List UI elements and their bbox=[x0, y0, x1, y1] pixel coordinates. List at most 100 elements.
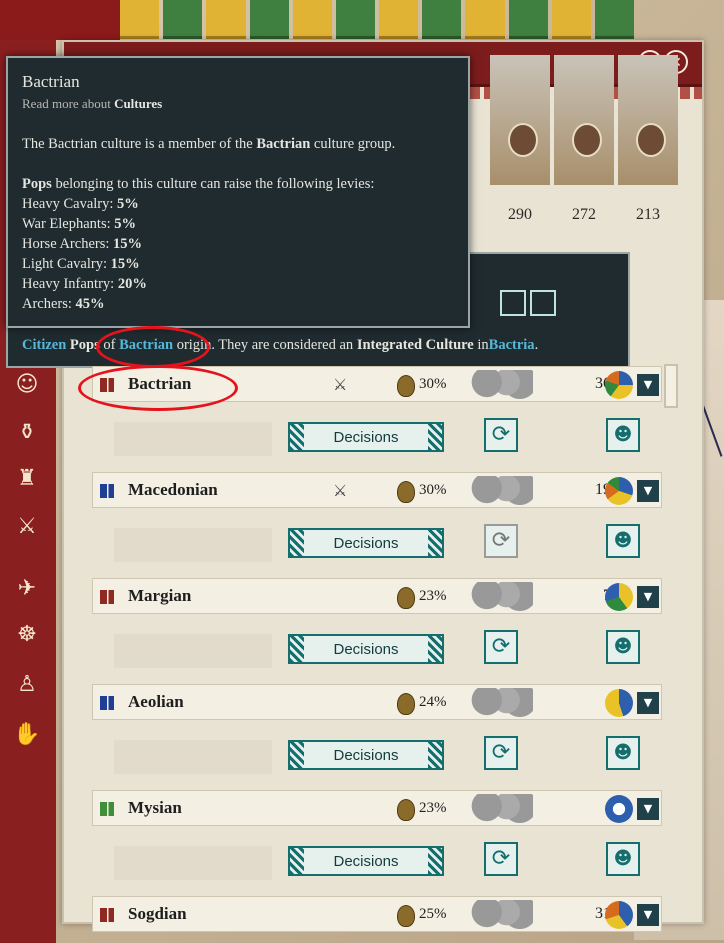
levy-line: Heavy Infantry: 20% bbox=[22, 276, 147, 292]
convert-culture-icon[interactable]: ⟳ bbox=[484, 524, 518, 558]
culture-name: Aeolian bbox=[128, 692, 184, 711]
citizen-link[interactable]: Citizen bbox=[22, 337, 66, 353]
culture-row[interactable]: Aeolian24%3▼ bbox=[92, 684, 662, 720]
chevron-down-icon[interactable]: ▼ bbox=[637, 692, 659, 714]
pops-figures-icon[interactable] bbox=[467, 688, 533, 718]
decisions-button[interactable]: Decisions bbox=[288, 634, 444, 664]
pop-portrait[interactable] bbox=[618, 55, 678, 185]
theater-masks-icon[interactable]: ☺ bbox=[12, 370, 42, 400]
culture-name: Margian bbox=[128, 586, 192, 605]
culture-row[interactable]: Sogdian25%312▼ bbox=[92, 896, 662, 932]
pop-type-pie-chart[interactable] bbox=[605, 477, 633, 505]
pops-figures-icon[interactable] bbox=[467, 582, 533, 612]
chevron-down-icon[interactable]: ▼ bbox=[637, 374, 659, 396]
happiness-mask-icon bbox=[397, 481, 415, 503]
period-text: . bbox=[534, 337, 539, 353]
culture-row[interactable]: Macedonian⚔30%190▼ bbox=[92, 472, 662, 508]
theater-masks-icon[interactable]: ☻ bbox=[606, 418, 640, 452]
chevron-down-icon[interactable]: ▼ bbox=[637, 586, 659, 608]
culture-flag-icon bbox=[100, 908, 114, 922]
expand-icon[interactable] bbox=[530, 290, 556, 316]
helmet-icon[interactable]: ♜ bbox=[12, 464, 42, 494]
pop-type-pie-chart[interactable] bbox=[605, 689, 633, 717]
pop-type-pie-chart[interactable] bbox=[605, 583, 633, 611]
read-more-link[interactable]: Cultures bbox=[114, 96, 162, 111]
decisions-button[interactable]: Decisions bbox=[288, 846, 444, 876]
tooltip-description: The Bactrian culture is a member of the … bbox=[22, 136, 396, 152]
eagle-icon[interactable]: ✈ bbox=[12, 574, 42, 604]
pop-type-pie-chart[interactable] bbox=[605, 371, 633, 399]
decisions-label: Decisions bbox=[333, 641, 399, 658]
levy-line: Horse Archers: 15% bbox=[22, 236, 143, 252]
decisions-label: Decisions bbox=[333, 535, 399, 552]
bactria-link[interactable]: Bactria bbox=[489, 337, 535, 353]
pops-figures-icon[interactable] bbox=[467, 370, 533, 400]
pops-figures-icon[interactable] bbox=[467, 794, 533, 824]
culture-actions: Decisions ⟳ ☻ bbox=[104, 842, 664, 882]
decisions-button[interactable]: Decisions bbox=[288, 528, 444, 558]
culture-row[interactable]: Margian23%76▼ bbox=[92, 578, 662, 614]
chevron-down-icon[interactable]: ▼ bbox=[637, 904, 659, 926]
culture-happiness: 23% bbox=[419, 800, 447, 816]
military-levy-icon: ⚔ bbox=[333, 481, 348, 500]
happiness-mask-icon bbox=[397, 799, 415, 821]
decisions-label: Decisions bbox=[333, 853, 399, 870]
convert-culture-icon[interactable]: ⟳ bbox=[484, 842, 518, 876]
decisions-label: Decisions bbox=[333, 747, 399, 764]
culture-actions: Decisions ⟳ ☻ bbox=[104, 630, 664, 670]
culture-flag-icon bbox=[100, 802, 114, 816]
pop-count: 272 bbox=[572, 206, 596, 223]
pop-count: 290 bbox=[508, 206, 532, 223]
culture-name: Macedonian bbox=[128, 480, 218, 499]
culture-happiness: 25% bbox=[419, 906, 447, 922]
decisions-button[interactable]: Decisions bbox=[288, 422, 444, 452]
religion-icon[interactable]: ✋ bbox=[12, 720, 42, 750]
theater-masks-icon[interactable]: ☻ bbox=[606, 736, 640, 770]
culture-flag-icon bbox=[100, 484, 114, 498]
culture-happiness: 23% bbox=[419, 588, 447, 604]
levies-intro: Pops belonging to this culture can raise… bbox=[22, 176, 375, 192]
culture-tooltip: Bactrian Read more about Cultures The Ba… bbox=[6, 56, 470, 328]
chevron-down-icon[interactable]: ▼ bbox=[637, 480, 659, 502]
pops-figures-icon[interactable] bbox=[467, 900, 533, 930]
convert-culture-icon[interactable]: ⟳ bbox=[484, 630, 518, 664]
culture-row[interactable]: Mysian23%2▼ bbox=[92, 790, 662, 826]
bust-icon[interactable]: ♙ bbox=[12, 670, 42, 700]
scrollbar-thumb[interactable] bbox=[664, 364, 678, 408]
pop-portrait[interactable] bbox=[490, 55, 550, 185]
in-text: in bbox=[477, 337, 489, 353]
levy-line: Light Cavalry: 15% bbox=[22, 256, 140, 272]
trade-goods-icon[interactable]: ⚱ bbox=[12, 418, 42, 448]
convert-culture-icon[interactable]: ⟳ bbox=[484, 736, 518, 770]
chevron-down-icon[interactable]: ▼ bbox=[637, 798, 659, 820]
military-levy-icon: ⚔ bbox=[333, 375, 348, 394]
collapse-icon[interactable] bbox=[500, 290, 526, 316]
convert-culture-icon[interactable]: ⟳ bbox=[484, 418, 518, 452]
read-more[interactable]: Read more about Cultures bbox=[22, 94, 454, 114]
levy-line: War Elephants: 5% bbox=[22, 216, 136, 232]
decisions-button[interactable]: Decisions bbox=[288, 740, 444, 770]
annotation-ellipse bbox=[96, 326, 210, 368]
tooltip-title: Bactrian bbox=[22, 72, 80, 91]
culture-happiness: 30% bbox=[419, 482, 447, 498]
pop-type-pie-chart[interactable] bbox=[605, 795, 633, 823]
decisions-label: Decisions bbox=[333, 429, 399, 446]
theater-masks-icon[interactable]: ☻ bbox=[606, 630, 640, 664]
empty-slot bbox=[114, 846, 272, 880]
culture-actions: Decisions ⟳ ☻ bbox=[104, 524, 664, 564]
tooltip-controls bbox=[500, 290, 620, 330]
pop-count: 213 bbox=[636, 206, 660, 223]
empty-slot bbox=[114, 422, 272, 456]
nation-flag[interactable] bbox=[0, 0, 120, 40]
pop-type-pie-chart[interactable] bbox=[605, 901, 633, 929]
theater-masks-icon[interactable]: ☻ bbox=[606, 524, 640, 558]
pops-figures-icon[interactable] bbox=[467, 476, 533, 506]
pop-portrait[interactable] bbox=[554, 55, 614, 185]
happiness-mask-icon bbox=[397, 693, 415, 715]
read-more-prefix: Read more about bbox=[22, 96, 111, 111]
theater-masks-icon[interactable]: ☻ bbox=[606, 842, 640, 876]
military-icon[interactable]: ⚔ bbox=[12, 512, 42, 542]
culture-name: Mysian bbox=[128, 798, 182, 817]
levy-line: Archers: 45% bbox=[22, 296, 105, 312]
wheel-icon[interactable]: ☸ bbox=[12, 620, 42, 650]
